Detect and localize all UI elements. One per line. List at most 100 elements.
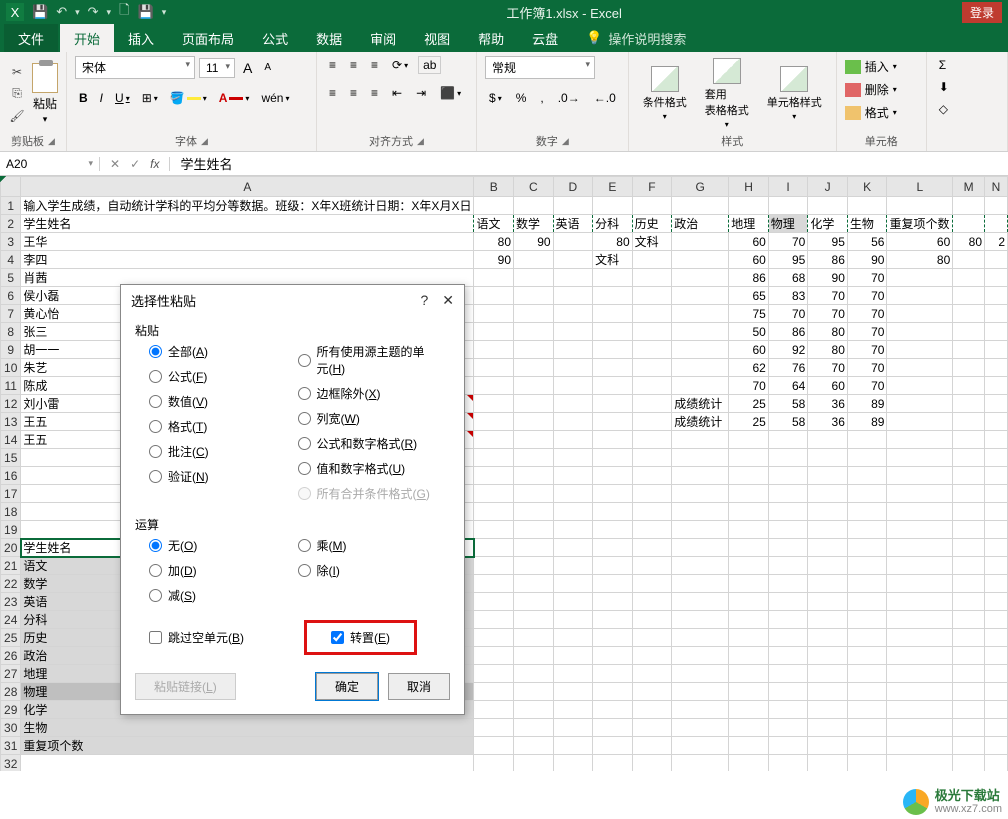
- cell-K30[interactable]: [847, 719, 887, 737]
- cell-C7[interactable]: [514, 305, 554, 323]
- cell-H16[interactable]: [729, 467, 769, 485]
- cell-M17[interactable]: [953, 485, 985, 503]
- cell-K8[interactable]: 70: [847, 323, 887, 341]
- cell-G7[interactable]: [672, 305, 729, 323]
- align-bottom-icon[interactable]: ≡: [367, 56, 382, 74]
- cell-L7[interactable]: [887, 305, 953, 323]
- cell-E28[interactable]: [593, 683, 633, 701]
- cell-N27[interactable]: [985, 665, 1008, 683]
- cell-I9[interactable]: 92: [768, 341, 808, 359]
- cell-M25[interactable]: [953, 629, 985, 647]
- cell-E29[interactable]: [593, 701, 633, 719]
- cell-G10[interactable]: [672, 359, 729, 377]
- cell-C19[interactable]: [514, 521, 554, 539]
- cell-M7[interactable]: [953, 305, 985, 323]
- cell-E27[interactable]: [593, 665, 633, 683]
- cell-B22[interactable]: [474, 575, 514, 593]
- tab-cloud[interactable]: 云盘: [518, 24, 572, 52]
- cell-F9[interactable]: [632, 341, 672, 359]
- cell-F16[interactable]: [632, 467, 672, 485]
- cell-H29[interactable]: [729, 701, 769, 719]
- cell-G31[interactable]: [672, 737, 729, 755]
- name-box[interactable]: A20▾: [0, 157, 100, 171]
- cell-B2[interactable]: 语文: [474, 215, 514, 233]
- cell-J19[interactable]: [808, 521, 848, 539]
- cell-C23[interactable]: [514, 593, 554, 611]
- cell-K32[interactable]: [847, 755, 887, 772]
- row-header-2[interactable]: 2: [1, 215, 21, 233]
- cell-I11[interactable]: 64: [768, 377, 808, 395]
- cell-B27[interactable]: [474, 665, 514, 683]
- cell-K27[interactable]: [847, 665, 887, 683]
- cell-F23[interactable]: [632, 593, 672, 611]
- cell-N29[interactable]: [985, 701, 1008, 719]
- col-header-G[interactable]: G: [672, 177, 729, 197]
- cell-K7[interactable]: 70: [847, 305, 887, 323]
- align-top-icon[interactable]: ≡: [325, 56, 340, 74]
- row-header-26[interactable]: 26: [1, 647, 21, 665]
- cell-L18[interactable]: [887, 503, 953, 521]
- cell-H30[interactable]: [729, 719, 769, 737]
- cell-N10[interactable]: [985, 359, 1008, 377]
- cell-A32[interactable]: [21, 755, 474, 772]
- cell-I3[interactable]: 70: [768, 233, 808, 251]
- cell-H13[interactable]: 25: [729, 413, 769, 431]
- row-header-28[interactable]: 28: [1, 683, 21, 701]
- cell-C5[interactable]: [514, 269, 554, 287]
- cell-N20[interactable]: [985, 539, 1008, 557]
- radio-formulas[interactable]: 公式(F): [149, 368, 288, 385]
- cell-N6[interactable]: [985, 287, 1008, 305]
- cell-J8[interactable]: 80: [808, 323, 848, 341]
- row-header-27[interactable]: 27: [1, 665, 21, 683]
- cell-C28[interactable]: [514, 683, 554, 701]
- cell-L31[interactable]: [887, 737, 953, 755]
- cell-B6[interactable]: [474, 287, 514, 305]
- cell-H6[interactable]: 65: [729, 287, 769, 305]
- cell-M13[interactable]: [953, 413, 985, 431]
- cell-G6[interactable]: [672, 287, 729, 305]
- radio-sub[interactable]: 减(S): [149, 587, 288, 604]
- cell-M32[interactable]: [953, 755, 985, 772]
- cell-I22[interactable]: [768, 575, 808, 593]
- cell-N26[interactable]: [985, 647, 1008, 665]
- cell-L1[interactable]: [887, 197, 953, 215]
- cell-L24[interactable]: [887, 611, 953, 629]
- cell-D20[interactable]: [553, 539, 593, 557]
- cell-F25[interactable]: [632, 629, 672, 647]
- cell-M30[interactable]: [953, 719, 985, 737]
- italic-button[interactable]: I: [96, 89, 107, 107]
- radio-comments[interactable]: 批注(C): [149, 443, 288, 460]
- cell-B21[interactable]: [474, 557, 514, 575]
- cell-B5[interactable]: [474, 269, 514, 287]
- cell-K11[interactable]: 70: [847, 377, 887, 395]
- col-header-I[interactable]: I: [768, 177, 808, 197]
- cell-G13[interactable]: 成绩统计: [672, 413, 729, 431]
- wrap-text-button[interactable]: ab: [418, 56, 441, 74]
- cell-B17[interactable]: [474, 485, 514, 503]
- cell-N15[interactable]: [985, 449, 1008, 467]
- col-header-E[interactable]: E: [593, 177, 633, 197]
- cell-C15[interactable]: [514, 449, 554, 467]
- insert-cells-button[interactable]: 插入 ▾: [845, 56, 897, 77]
- cell-D10[interactable]: [553, 359, 593, 377]
- cell-M15[interactable]: [953, 449, 985, 467]
- cell-F6[interactable]: [632, 287, 672, 305]
- cell-B19[interactable]: [474, 521, 514, 539]
- cell-F17[interactable]: [632, 485, 672, 503]
- cell-G14[interactable]: [672, 431, 729, 449]
- tell-me[interactable]: 💡操作说明搜索: [586, 24, 686, 52]
- cell-B12[interactable]: [474, 395, 514, 413]
- cell-A2[interactable]: 学生姓名: [21, 215, 474, 233]
- cell-H26[interactable]: [729, 647, 769, 665]
- cell-C11[interactable]: [514, 377, 554, 395]
- cell-F12[interactable]: [632, 395, 672, 413]
- cell-I13[interactable]: 58: [768, 413, 808, 431]
- cell-J30[interactable]: [808, 719, 848, 737]
- format-cells-button[interactable]: 格式 ▾: [845, 102, 897, 123]
- cell-J7[interactable]: 70: [808, 305, 848, 323]
- cell-B18[interactable]: [474, 503, 514, 521]
- cancel-formula-icon[interactable]: ✕: [110, 157, 120, 171]
- cell-I5[interactable]: 68: [768, 269, 808, 287]
- cell-G8[interactable]: [672, 323, 729, 341]
- cell-N2[interactable]: [985, 215, 1008, 233]
